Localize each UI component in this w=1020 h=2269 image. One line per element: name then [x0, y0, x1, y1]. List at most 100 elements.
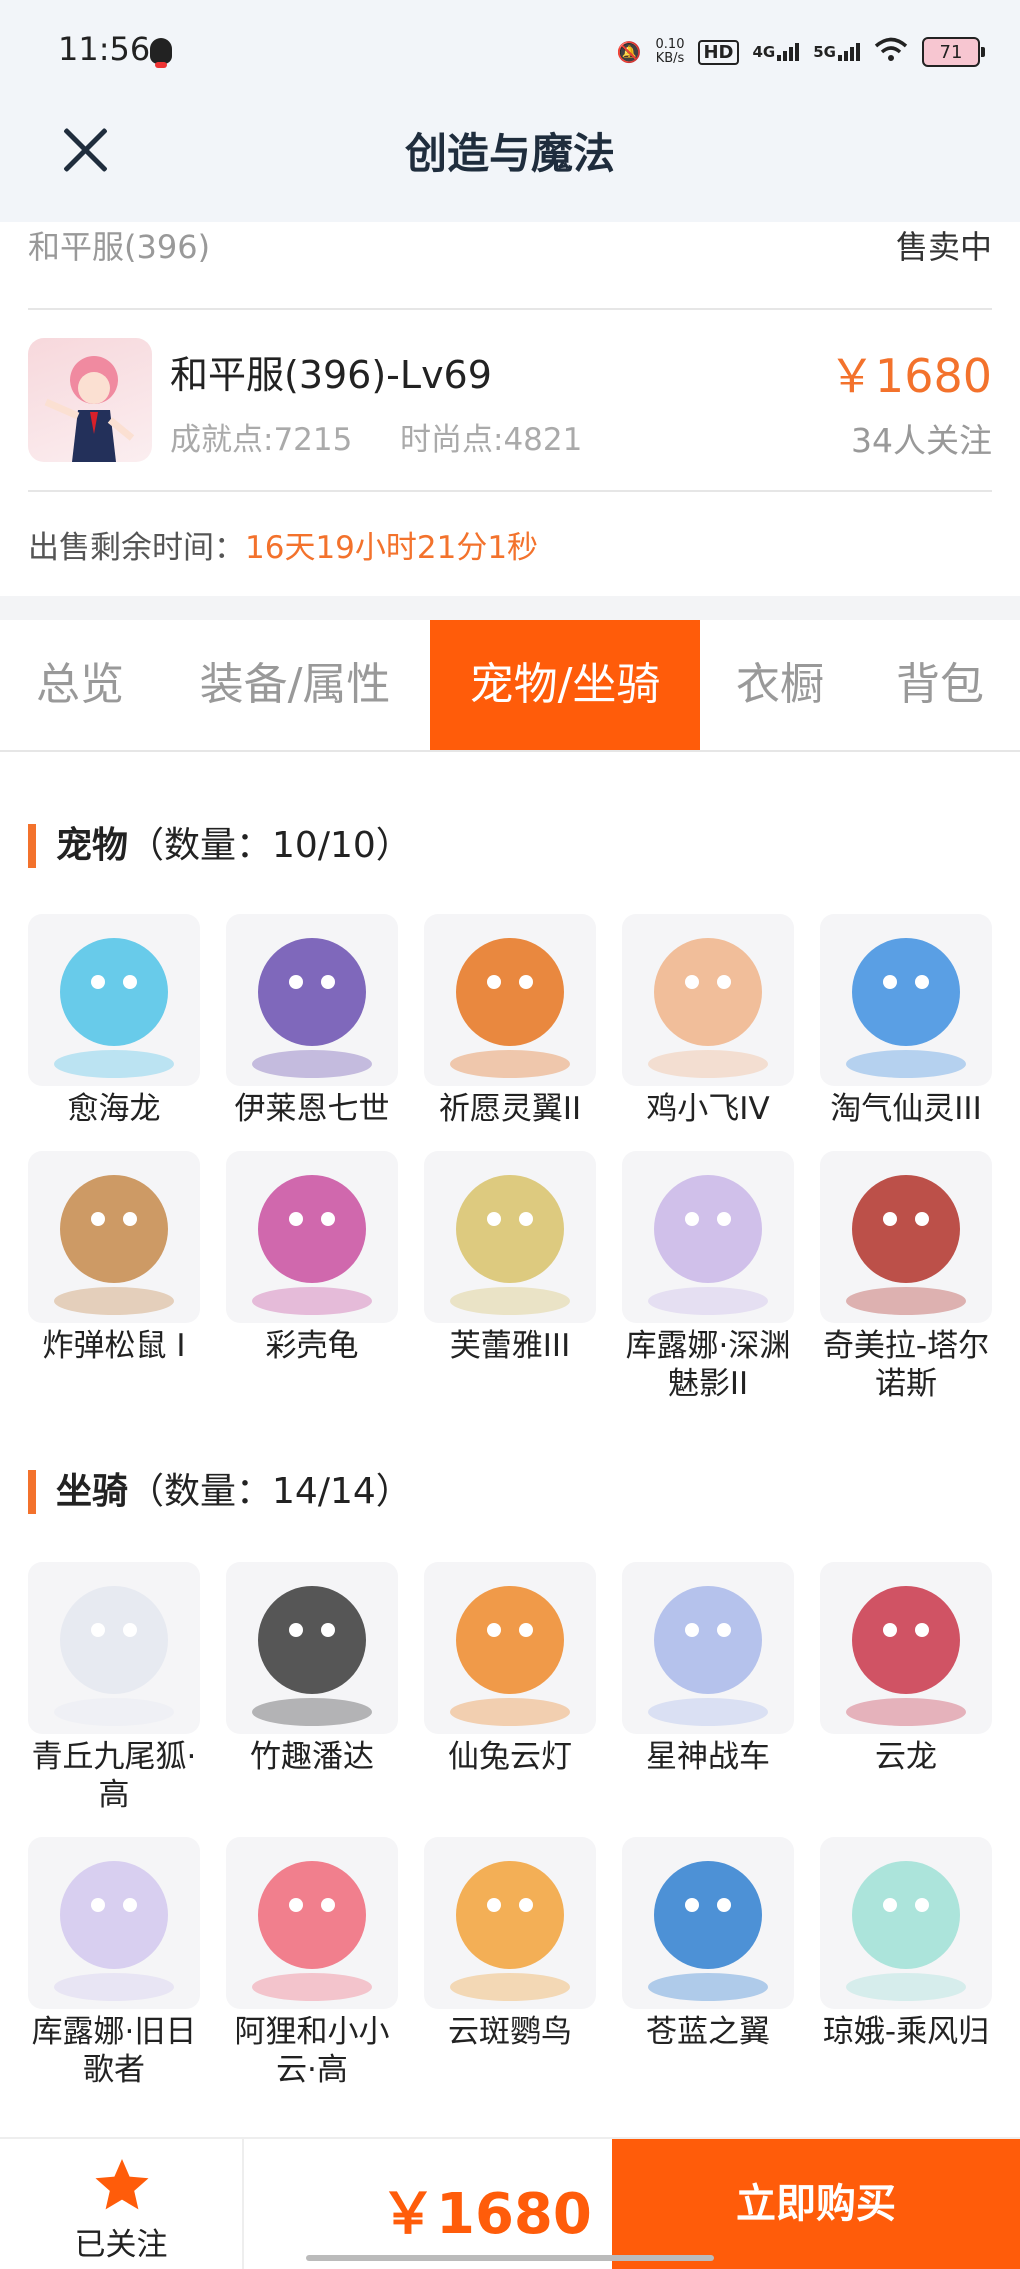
- pet-name: 彩壳龟: [265, 1328, 359, 1364]
- mount-name: 云斑鹦鸟: [448, 2014, 572, 2050]
- mount-item[interactable]: 竹趣潘达: [226, 1562, 398, 1776]
- follow-button[interactable]: 已关注: [0, 2139, 244, 2269]
- pet-image: [424, 1151, 596, 1323]
- pet-item[interactable]: 鸡小飞IV: [622, 914, 794, 1128]
- mount-item[interactable]: 云斑鹦鸟: [424, 1837, 596, 2051]
- wifi-icon: [874, 37, 908, 68]
- mount-name: 云龙: [875, 1739, 937, 1775]
- follower-count: 34人关注: [851, 421, 992, 460]
- pet-image: [622, 1151, 794, 1323]
- timer-value: 16天19小时21分1秒: [245, 530, 539, 566]
- mount-image: [424, 1837, 596, 2009]
- mount-name: 星神战车: [646, 1739, 770, 1775]
- pet-image: [28, 914, 200, 1086]
- nav-bar: 创造与魔法: [0, 100, 1020, 222]
- battery-icon: 71: [922, 37, 985, 67]
- server-row: 和平服(396) 售卖中: [28, 222, 992, 310]
- tab-bar: 总览 装备/属性 宠物/坐骑 衣橱 背包: [0, 620, 1020, 752]
- bottom-price: ￥1680: [380, 2182, 592, 2247]
- server-name: 和平服(396): [28, 228, 211, 266]
- pet-image: [622, 914, 794, 1086]
- section-divider: [0, 596, 1020, 620]
- pet-name: 芙蕾雅III: [449, 1328, 571, 1364]
- pet-name: 鸡小飞IV: [646, 1091, 770, 1127]
- mount-image: [622, 1562, 794, 1734]
- pet-item[interactable]: 彩壳龟: [226, 1151, 398, 1365]
- mount-name: 仙兔云灯: [448, 1739, 572, 1775]
- sale-status: 售卖中: [895, 228, 992, 266]
- star-icon: [95, 2159, 149, 2210]
- mount-image: [820, 1562, 992, 1734]
- page-title: 创造与魔法: [404, 129, 615, 178]
- mount-item[interactable]: 星神战车: [622, 1562, 794, 1776]
- character-avatar: [28, 338, 152, 462]
- follow-label: 已关注: [74, 2227, 168, 2263]
- qq-notification-icon: [150, 38, 172, 68]
- pet-name: 炸弹松鼠 I: [42, 1328, 186, 1364]
- pet-name: 伊莱恩七世: [234, 1091, 390, 1127]
- mount-image: [28, 1837, 200, 2009]
- pet-image: [820, 1151, 992, 1323]
- pet-name: 淘气仙灵III: [830, 1091, 982, 1127]
- home-indicator[interactable]: [306, 2255, 714, 2261]
- mount-name: 竹趣潘达: [250, 1739, 374, 1775]
- mounts-section-title: 坐骑（数量：14/14）: [28, 1470, 412, 1514]
- hd-icon: HD: [698, 39, 739, 65]
- timer-label: 出售剩余时间：: [28, 530, 245, 566]
- tab-equipment[interactable]: 装备/属性: [180, 620, 410, 750]
- pet-image: [226, 1151, 398, 1323]
- mount-name: 库露娜·旧日歌者: [31, 2014, 197, 2088]
- mount-item[interactable]: 仙兔云灯: [424, 1562, 596, 1776]
- pet-image: [28, 1151, 200, 1323]
- status-bar: 11:56 🔕 0.10 KB/s HD 4G 5G 71: [0, 0, 1020, 100]
- mount-image: [820, 1837, 992, 2009]
- pet-image: [424, 914, 596, 1086]
- pet-item[interactable]: 库露娜·深渊魅影II: [622, 1151, 794, 1403]
- signal-5g-icon: 5G: [813, 43, 860, 61]
- status-time: 11:56: [58, 30, 151, 68]
- mount-name: 苍蓝之翼: [646, 2014, 770, 2050]
- mount-item[interactable]: 库露娜·旧日歌者: [28, 1837, 200, 2089]
- tab-wardrobe[interactable]: 衣橱: [720, 620, 840, 750]
- mount-item[interactable]: 云龙: [820, 1562, 992, 1776]
- pet-item[interactable]: 芙蕾雅III: [424, 1151, 596, 1365]
- mount-item[interactable]: 阿狸和小小云·高: [226, 1837, 398, 2089]
- mount-item[interactable]: 琼娥-乘风归: [820, 1837, 992, 2051]
- pet-item[interactable]: 祈愿灵翼II: [424, 914, 596, 1128]
- tab-overview[interactable]: 总览: [20, 620, 140, 750]
- pet-item[interactable]: 淘气仙灵III: [820, 914, 992, 1128]
- mount-name: 阿狸和小小云·高: [234, 2014, 390, 2088]
- pet-name: 奇美拉-塔尔诺斯: [822, 1328, 990, 1402]
- pet-name: 库露娜·深渊魅影II: [625, 1328, 791, 1402]
- tab-backpack[interactable]: 背包: [880, 620, 1000, 750]
- account-price: ￥1680: [828, 349, 992, 403]
- status-icons: 🔕 0.10 KB/s HD 4G 5G 71: [616, 32, 985, 72]
- fashion-points: 时尚点:4821: [400, 422, 583, 458]
- pet-image: [226, 914, 398, 1086]
- mount-item[interactable]: 苍蓝之翼: [622, 1837, 794, 2051]
- account-card[interactable]: 和平服(396)-Lv69 成就点:7215 时尚点:4821 ￥1680 34…: [28, 310, 992, 492]
- signal-4g-icon: 4G: [753, 43, 800, 61]
- pet-item[interactable]: 愈海龙: [28, 914, 200, 1128]
- mount-name: 青丘九尾狐·高: [31, 1739, 197, 1813]
- account-title: 和平服(396)-Lv69: [170, 353, 492, 397]
- mount-image: [226, 1837, 398, 2009]
- mount-item[interactable]: 青丘九尾狐·高: [28, 1562, 200, 1814]
- pet-item[interactable]: 伊莱恩七世: [226, 914, 398, 1128]
- achievement-points: 成就点:7215: [170, 422, 353, 458]
- pet-name: 愈海龙: [67, 1091, 161, 1127]
- network-speed: 0.10 KB/s: [655, 37, 685, 66]
- mount-image: [424, 1562, 596, 1734]
- mute-bell-icon: 🔕: [616, 40, 642, 64]
- pet-item[interactable]: 炸弹松鼠 I: [28, 1151, 200, 1365]
- mount-name: 琼娥-乘风归: [822, 2014, 990, 2050]
- sale-timer: 出售剩余时间：16天19小时21分1秒: [28, 522, 538, 567]
- mount-image: [622, 1837, 794, 2009]
- bottom-action-bar: 已关注 ￥1680 立即购买: [0, 2137, 1020, 2269]
- tab-pets-mounts[interactable]: 宠物/坐骑: [430, 620, 700, 750]
- pet-item[interactable]: 奇美拉-塔尔诺斯: [820, 1151, 992, 1403]
- mount-image: [28, 1562, 200, 1734]
- pet-image: [820, 914, 992, 1086]
- buy-now-button[interactable]: 立即购买: [612, 2139, 1020, 2269]
- mount-image: [226, 1562, 398, 1734]
